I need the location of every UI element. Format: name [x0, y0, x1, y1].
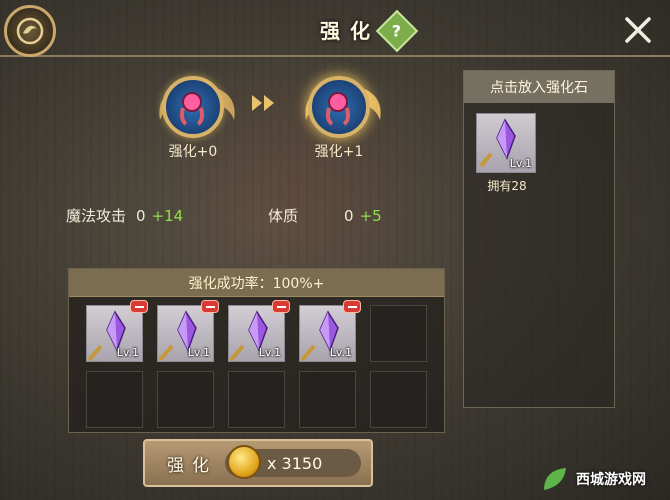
- amulet-icon: [326, 92, 350, 126]
- enhance-stone-item[interactable]: Lv.1: [476, 113, 536, 173]
- minus-icon: [276, 305, 286, 308]
- current-equipment-slot[interactable]: [162, 76, 224, 138]
- stat-value: 0: [344, 207, 354, 225]
- next-level-label: 强化+1: [314, 144, 364, 160]
- slot-level: Lv.1: [116, 346, 139, 359]
- slot-level: Lv.1: [187, 346, 210, 359]
- leaf-logo-icon: [544, 468, 566, 490]
- cost-box: x 3150: [225, 445, 361, 479]
- remove-button[interactable]: [272, 300, 290, 313]
- material-slot[interactable]: Lv.1: [228, 300, 290, 362]
- close-icon: [625, 17, 651, 43]
- material-slot-empty[interactable]: [370, 305, 427, 362]
- minus-icon: [205, 305, 215, 308]
- stat-name: 体质: [268, 207, 299, 225]
- stat-value: 0: [136, 207, 146, 225]
- slot-level: Lv.1: [258, 346, 281, 359]
- gold-cost: x 3150: [267, 453, 323, 473]
- stones-header: 点击放入强化石: [464, 71, 614, 103]
- material-slot-empty[interactable]: [86, 371, 143, 428]
- material-slot[interactable]: Lv.1: [157, 300, 219, 362]
- stat-bonus: +14: [151, 207, 184, 225]
- material-slot-empty[interactable]: [299, 371, 356, 428]
- stat-magic-attack: 魔法攻击 0 +14: [66, 205, 183, 226]
- enhance-button-label: 强化: [167, 455, 217, 476]
- slot-level: Lv.1: [329, 346, 352, 359]
- material-slot-empty[interactable]: [228, 371, 285, 428]
- next-equipment-slot[interactable]: [308, 76, 370, 138]
- material-slot[interactable]: Lv.1: [299, 300, 361, 362]
- minus-icon: [134, 305, 144, 308]
- page-title: 强化: [320, 18, 380, 43]
- arrow-right-icon: [252, 95, 274, 111]
- stone-level: Lv.1: [509, 157, 532, 170]
- material-slot[interactable]: Lv.1: [86, 300, 148, 362]
- material-slot-empty[interactable]: [157, 371, 214, 428]
- current-level-label: 强化+0: [168, 144, 218, 160]
- gold-coin-icon: [227, 445, 261, 479]
- remove-button[interactable]: [201, 300, 219, 313]
- material-slot-empty[interactable]: [370, 371, 427, 428]
- enhance-stones-panel: 点击放入强化石 Lv.1 拥有28: [463, 70, 615, 408]
- owned-count: 拥有28: [487, 179, 527, 193]
- remove-button[interactable]: [343, 300, 361, 313]
- remove-button[interactable]: [130, 300, 148, 313]
- minus-icon: [347, 305, 357, 308]
- success-rate: 强化成功率：100%+: [69, 269, 444, 297]
- close-button[interactable]: [620, 12, 656, 48]
- amulet-icon: [180, 92, 204, 126]
- question-icon: ?: [392, 21, 402, 41]
- stat-constitution: 体质 0 +5: [268, 205, 382, 226]
- watermark: 西城游戏网: [540, 462, 668, 496]
- watermark-text: 西城游戏网: [576, 472, 646, 488]
- stat-bonus: +5: [359, 207, 382, 225]
- stat-name: 魔法攻击: [66, 207, 127, 225]
- enhance-button[interactable]: 强化 x 3150: [143, 439, 373, 487]
